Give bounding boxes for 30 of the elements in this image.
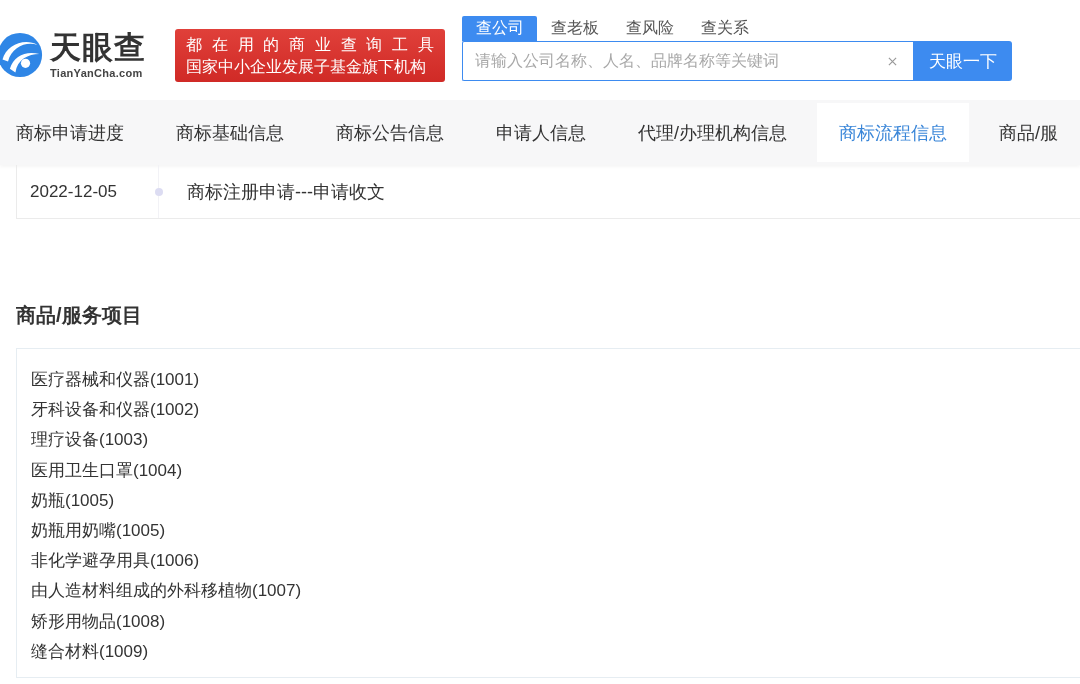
goods-item: 医用卫生口罩(1004) [31,459,184,482]
timeline-dot-icon [154,187,163,196]
nav-tab[interactable]: 商标申请进度 [0,103,146,162]
search-tab[interactable]: 查风险 [612,16,687,41]
goods-item: 矫形用物品(1008) [31,610,167,633]
goods-item: 奶瓶用奶嘴(1005) [31,520,167,542]
search-tab[interactable]: 查老板 [537,16,612,41]
search-field[interactable]: 请输入公司名称、人名、品牌名称等关键词 [462,41,913,81]
goods-item: 理疗设备(1003) [31,429,150,452]
clear-icon[interactable] [888,57,897,66]
goods-item: 牙科设备和仪器(1002) [31,399,201,422]
logo-domain: TianYanCha.com [50,67,144,79]
banner-text: 国家中小企业发展子基金旗下机构 [186,56,427,77]
nav-tab[interactable]: 代理/办理机构信息 [616,103,809,162]
timeline-date: 2022-12-05 [29,181,118,202]
banner-text: 都在用的商业查询工具 [186,34,434,55]
goods-item: 奶瓶(1005) [31,489,116,512]
search-tab[interactable]: 查关系 [687,16,762,41]
nav-tab[interactable]: 商品/服 [977,103,1080,162]
goods-item: 由人造材料组成的外科移植物(1007) [31,580,303,603]
nav-tab[interactable]: 商标公告信息 [314,103,466,162]
logo-wordmark: 天眼查 [50,31,146,65]
section-title: 商品/服务项目 [16,303,143,327]
goods-item: 医疗器械和仪器(1001) [31,369,201,391]
goods-item: 缝合材料(1009) [31,640,150,663]
nav-tab[interactable]: 申请人信息 [474,103,608,162]
goods-item: 非化学避孕用具(1006) [31,550,201,573]
nav-tab[interactable]: 商标流程信息 [817,103,969,162]
timeline-event: 商标注册申请---申请收文 [187,180,385,204]
nav-tab[interactable]: 商标基础信息 [154,103,306,162]
